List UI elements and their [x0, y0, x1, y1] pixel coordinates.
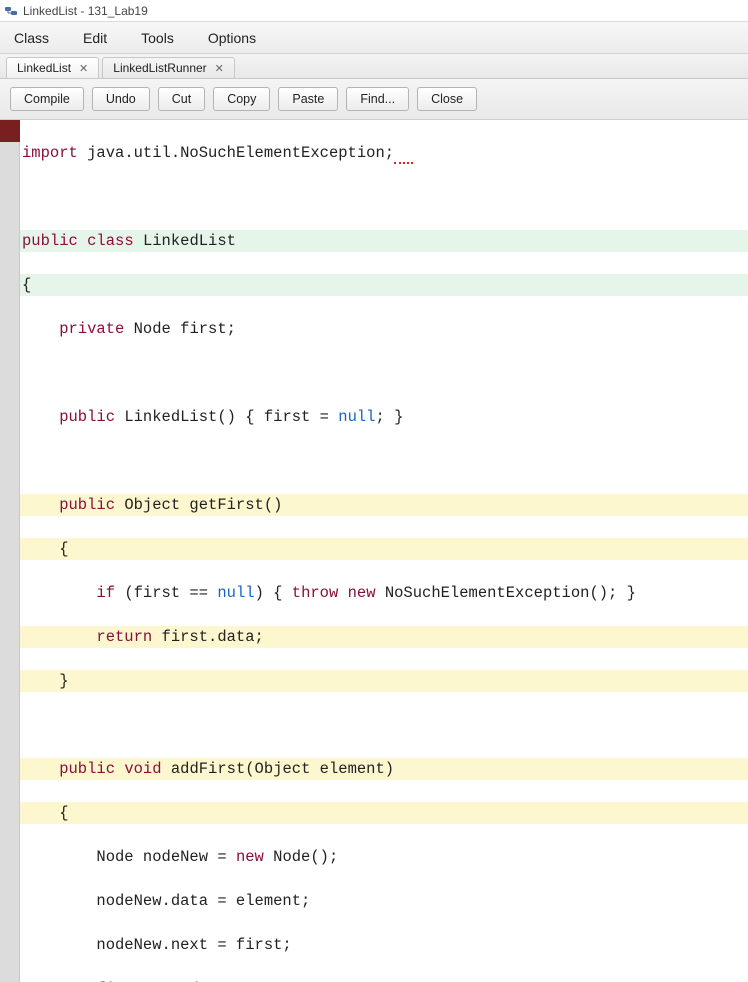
toolbar: Compile Undo Cut Copy Paste Find... Clos…	[0, 79, 748, 120]
code-line: first = nodeNew;	[20, 978, 748, 982]
code-line: return first.data;	[20, 626, 748, 648]
editor: import java.util.NoSuchElementException;…	[0, 120, 748, 982]
editor-tabs: LinkedList ✕ LinkedListRunner ✕	[0, 54, 748, 79]
close-button[interactable]: Close	[417, 87, 477, 111]
find-button[interactable]: Find...	[346, 87, 409, 111]
breakpoint-marker[interactable]	[0, 120, 20, 142]
code-line	[20, 450, 748, 472]
close-icon[interactable]: ✕	[77, 62, 90, 75]
code-line: Node nodeNew = new Node();	[20, 846, 748, 868]
menu-edit[interactable]: Edit	[83, 30, 107, 46]
title-bar: LinkedList - 131_Lab19	[0, 0, 748, 22]
paste-button[interactable]: Paste	[278, 87, 338, 111]
menu-options[interactable]: Options	[208, 30, 256, 46]
tab-linkedlist[interactable]: LinkedList ✕	[6, 57, 99, 78]
code-line: public class LinkedList	[20, 230, 748, 252]
code-line: nodeNew.next = first;	[20, 934, 748, 956]
menu-class[interactable]: Class	[14, 30, 49, 46]
code-line: nodeNew.data = element;	[20, 890, 748, 912]
code-line	[20, 714, 748, 736]
code-line	[20, 186, 748, 208]
code-line: public LinkedList() { first = null; }	[20, 406, 748, 428]
code-line: {	[20, 538, 748, 560]
code-line: import java.util.NoSuchElementException;	[20, 142, 748, 164]
app-icon	[4, 4, 18, 18]
code-area[interactable]: import java.util.NoSuchElementException;…	[20, 120, 748, 982]
tab-linkedlistrunner[interactable]: LinkedListRunner ✕	[102, 57, 235, 78]
menu-tools[interactable]: Tools	[141, 30, 174, 46]
close-icon[interactable]: ✕	[213, 62, 226, 75]
cut-button[interactable]: Cut	[158, 87, 205, 111]
copy-button[interactable]: Copy	[213, 87, 270, 111]
code-line: }	[20, 670, 748, 692]
code-line: public void addFirst(Object element)	[20, 758, 748, 780]
code-line	[20, 362, 748, 384]
editor-gutter	[0, 120, 20, 982]
menu-bar: Class Edit Tools Options	[0, 22, 748, 54]
tab-label: LinkedListRunner	[113, 61, 206, 75]
code-line: {	[20, 802, 748, 824]
code-line: {	[20, 274, 748, 296]
code-line: private Node first;	[20, 318, 748, 340]
compile-button[interactable]: Compile	[10, 87, 84, 111]
undo-button[interactable]: Undo	[92, 87, 150, 111]
code-line: public Object getFirst()	[20, 494, 748, 516]
tab-label: LinkedList	[17, 61, 71, 75]
window-title: LinkedList - 131_Lab19	[23, 4, 148, 18]
code-line: if (first == null) { throw new NoSuchEle…	[20, 582, 748, 604]
